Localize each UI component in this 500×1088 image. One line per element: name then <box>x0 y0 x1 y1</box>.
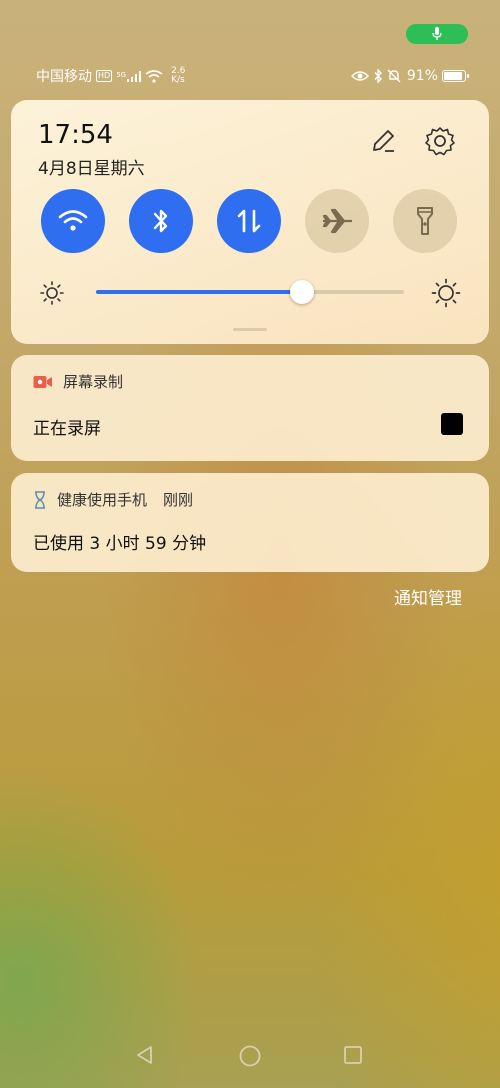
hd-badge: HD <box>96 70 113 82</box>
airplane-mode-toggle[interactable] <box>305 189 369 253</box>
flashlight-toggle[interactable] <box>393 189 457 253</box>
screen-recording-notification[interactable]: 屏幕录制 正在录屏 <box>11 355 489 461</box>
video-record-icon <box>33 375 52 388</box>
screen-time-notification[interactable]: 健康使用手机 刚刚 已使用 3 小时 59 分钟 <box>11 473 489 572</box>
notification-app-name: 健康使用手机 <box>57 491 148 509</box>
notification-text: 正在录屏 <box>33 419 101 439</box>
wifi-icon <box>58 210 88 231</box>
brightness-high-icon <box>431 278 461 312</box>
battery-percent: 91% <box>406 68 438 84</box>
network-speed: 2.6 K/s <box>171 66 186 85</box>
stop-recording-button[interactable] <box>441 413 463 435</box>
battery-icon <box>442 70 469 82</box>
carrier-name: 中国移动 <box>36 69 92 85</box>
clock-time: 17:54 <box>38 120 113 150</box>
mobile-data-icon <box>237 209 261 233</box>
back-button[interactable] <box>134 1044 156 1070</box>
gear-icon <box>425 127 455 156</box>
mute-icon <box>387 69 401 83</box>
bluetooth-status-icon <box>374 69 382 83</box>
notification-text: 已使用 3 小时 59 分钟 <box>33 534 207 554</box>
recent-apps-button[interactable] <box>343 1045 363 1069</box>
panel-expand-handle[interactable] <box>233 328 267 331</box>
bluetooth-toggle[interactable] <box>129 189 193 253</box>
battery-fill <box>444 72 463 80</box>
brightness-low-icon <box>39 280 65 310</box>
notification-app-name: 屏幕录制 <box>63 373 124 391</box>
quick-settings-panel: 17:54 4月8日星期六 <box>11 100 489 344</box>
notification-time: 刚刚 <box>163 491 194 509</box>
date-label: 4月8日星期六 <box>38 159 145 179</box>
status-bar: 中国移动 HD 5G 2.6 K/s 91% <box>0 62 500 90</box>
wifi-status-icon <box>145 69 163 83</box>
pencil-icon <box>373 130 394 152</box>
microphone-icon <box>432 27 442 40</box>
brightness-control <box>11 278 489 308</box>
wifi-toggle[interactable] <box>41 189 105 253</box>
airplane-icon <box>322 208 352 234</box>
bluetooth-icon <box>153 209 168 233</box>
recent-square-icon <box>344 1046 362 1064</box>
home-circle-icon <box>239 1045 261 1067</box>
network-type: 5G <box>116 70 127 79</box>
brightness-slider-thumb[interactable] <box>290 280 315 304</box>
settings-button[interactable] <box>423 124 457 158</box>
hourglass-icon <box>35 490 45 509</box>
edit-tiles-button[interactable] <box>366 124 400 158</box>
mobile-data-toggle[interactable] <box>217 189 281 253</box>
eye-icon <box>350 71 369 81</box>
back-triangle-icon <box>137 1046 152 1064</box>
signal-icon: 5G <box>116 70 142 82</box>
brightness-slider[interactable] <box>96 280 404 304</box>
navigation-bar <box>0 1036 500 1076</box>
mic-in-use-indicator[interactable] <box>406 24 468 44</box>
flashlight-icon <box>417 207 433 235</box>
brightness-slider-fill <box>96 290 303 294</box>
home-button[interactable] <box>238 1044 262 1072</box>
notification-manage-link[interactable]: 通知管理 <box>394 584 462 609</box>
